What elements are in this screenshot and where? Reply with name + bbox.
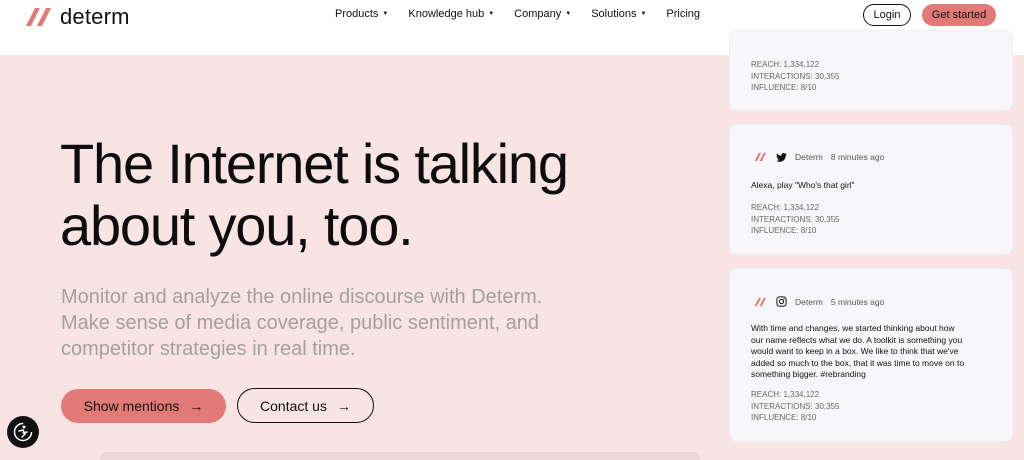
mention-author: Determ [795,152,823,162]
get-started-button[interactable]: Get started [922,4,996,26]
mention-stats: REACH: 1,334,122 INTERACTIONS: 30,355 IN… [751,202,839,237]
mention-text-line: With time and changes, we started thinki… [751,323,955,333]
mention-header: Determ 5 minutes ago [754,296,884,307]
contact-us-label: Contact us [260,397,327,414]
mention-text-line: our name reflects what we do. A toolkit … [751,334,963,345]
instagram-icon [776,296,787,307]
hero-title-line-2: about you, too. [60,194,414,257]
caret-down-icon: ▼ [382,11,389,17]
interactions-stat: INTERACTIONS: 30,355 [751,401,840,411]
determ-logo-mark [754,152,766,162]
arrow-right-icon: → [336,397,351,414]
interactions-stat: INTERACTIONS: 30,355 [751,71,840,81]
accessibility-button[interactable] [7,416,39,448]
reach-stat: REACH: 1,334,122 [751,390,820,399]
reach-stat: REACH: 1,334,122 [751,60,820,69]
nav-products-label: Products [335,8,379,20]
hero-subtitle-line-2: Make sense of media coverage, public sen… [61,312,540,334]
mention-author: Determ [795,296,823,307]
mention-text-line: added so much to the box, that it was ti… [751,357,965,368]
nav-company-label: Company [514,8,562,20]
mention-time: 5 minutes ago [830,296,885,307]
show-mentions-label: Show mentions [83,398,180,414]
twitter-icon [776,152,787,162]
mention-header: Determ 8 minutes ago [754,152,884,162]
mention-stats: REACH: 1,334,122 INTERACTIONS: 30,355 IN… [751,389,839,424]
hero-subtitle-line-3: competitor strategies in real time. [61,338,356,360]
nav-company[interactable]: Company ▼ [514,8,571,20]
hero-title-line-1: The Internet is talking [60,132,569,195]
contact-us-button[interactable]: Contact us → [237,388,374,423]
mention-card[interactable]: Determ 5 minutes ago With time and chang… [729,268,1013,442]
mention-text: Alexa, play "Who's that girl" [751,180,855,190]
arrow-right-icon: → [189,398,204,414]
mention-card[interactable]: Determ 8 minutes ago Alexa, play "Who's … [729,124,1013,255]
caret-down-icon: ▼ [565,11,572,17]
influence-stat: INFLUENCE: 8/10 [751,83,817,92]
bottom-panel-edge [100,452,700,460]
main-nav: Products ▼ Knowledge hub ▼ Company ▼ Sol… [335,8,700,20]
nav-pricing-label: Pricing [666,8,701,20]
hero-subtitle-line-1: Monitor and analyze the online discourse… [61,286,543,308]
login-button[interactable]: Login [863,4,911,26]
mention-time: 8 minutes ago [830,152,885,162]
hero-title: The Internet is talking about you, too. [60,133,700,257]
influence-stat: INFLUENCE: 8/10 [751,226,817,235]
influence-stat: INFLUENCE: 8/10 [751,413,817,422]
determ-logo-mark [26,8,51,26]
determ-logo[interactable]: determ [26,4,130,30]
interactions-stat: INTERACTIONS: 30,355 [751,214,840,224]
nav-knowledge-hub-label: Knowledge hub [408,8,485,20]
caret-down-icon: ▼ [488,11,495,17]
nav-solutions-label: Solutions [591,8,637,20]
mention-text-line: would want to keep in a box. We like to … [751,346,959,357]
reach-stat: REACH: 1,334,122 [751,203,820,212]
mention-text-line: something bigger. #rebranding [751,369,866,380]
mention-card[interactable]: REACH: 1,334,122 INTERACTIONS: 30,355 IN… [729,30,1013,111]
caret-down-icon: ▼ [640,11,647,17]
nav-products[interactable]: Products ▼ [335,8,388,20]
show-mentions-button[interactable]: Show mentions → [61,389,226,423]
mention-stats: REACH: 1,334,122 INTERACTIONS: 30,355 IN… [751,59,839,94]
accessibility-icon [13,422,33,442]
determ-logo-mark [754,297,766,306]
nav-pricing[interactable]: Pricing [666,8,700,20]
hero-subtitle: Monitor and analyze the online discourse… [61,284,601,362]
mention-text: With time and changes, we started thinki… [751,323,991,381]
logo-text: determ [60,4,130,29]
nav-knowledge-hub[interactable]: Knowledge hub ▼ [408,8,494,20]
nav-solutions[interactable]: Solutions ▼ [591,8,646,20]
